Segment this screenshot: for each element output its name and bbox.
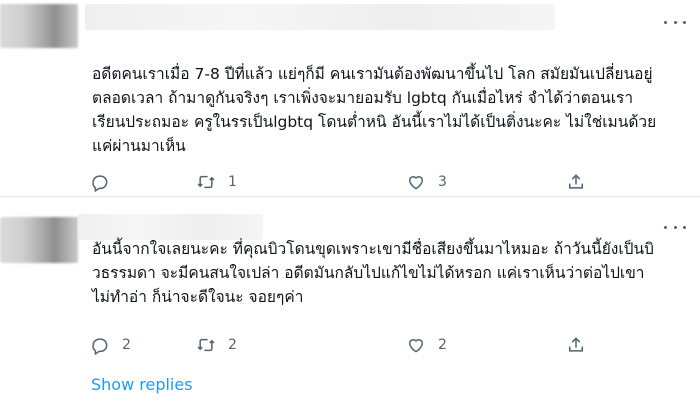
- heart-icon: [408, 339, 424, 353]
- heart-icon: [408, 176, 424, 190]
- avatar-blurred[interactable]: [0, 217, 78, 263]
- more-options-icon[interactable]: [664, 219, 686, 235]
- tweet-text: อันนี้จากใจเลยนะคะ ที่คุณบิวโดนขุดเพราะเ…: [92, 240, 654, 306]
- retweet-icon: [197, 175, 215, 189]
- reply-button[interactable]: [90, 172, 196, 192]
- author-name-blurred[interactable]: [85, 4, 555, 30]
- retweet-icon: [197, 338, 215, 352]
- share-button[interactable]: [566, 335, 586, 355]
- reply-bubble-icon: [92, 338, 108, 355]
- tweet-actions: 2 2 2: [90, 335, 586, 355]
- reply-button[interactable]: 2: [90, 335, 196, 355]
- more-options-icon[interactable]: [664, 14, 686, 30]
- avatar-blurred[interactable]: [0, 4, 78, 48]
- retweet-count: 1: [228, 174, 237, 190]
- retweet-button[interactable]: 1: [196, 172, 406, 192]
- share-icon: [569, 174, 583, 189]
- like-button[interactable]: 2: [406, 335, 566, 355]
- show-replies-link[interactable]: Show replies: [91, 375, 193, 394]
- tweet-text: อดีตคนเราเมื่อ 7-8 ปีที่แล้ว แย่ๆก็มี คน…: [92, 65, 657, 155]
- reply-count: 2: [122, 337, 131, 353]
- reply-bubble-icon: [92, 175, 108, 192]
- share-button[interactable]: [566, 172, 586, 192]
- retweet-count: 2: [228, 337, 237, 353]
- like-count: 3: [438, 174, 447, 190]
- like-count: 2: [438, 337, 447, 353]
- retweet-button[interactable]: 2: [196, 335, 406, 355]
- share-icon: [569, 337, 583, 352]
- like-button[interactable]: 3: [406, 172, 566, 192]
- tweet-1[interactable]: อดีตคนเราเมื่อ 7-8 ปีที่แล้ว แย่ๆก็มี คน…: [0, 0, 700, 196]
- tweet-2[interactable]: อันนี้จากใจเลยนะคะ ที่คุณบิวโดนขุดเพราะเ…: [0, 197, 700, 414]
- tweet-actions: 1 3: [90, 172, 586, 192]
